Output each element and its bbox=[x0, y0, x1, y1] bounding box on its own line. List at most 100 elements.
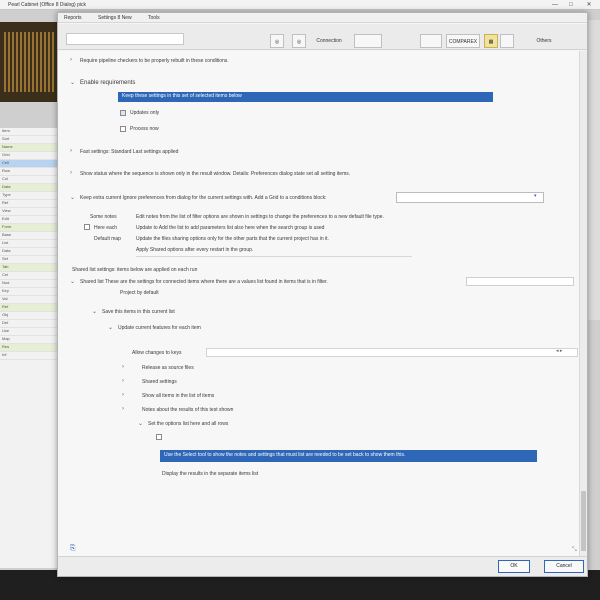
chevron-right-icon[interactable]: › bbox=[122, 378, 124, 384]
shared-options-text: Apply Shared options after every restart… bbox=[136, 247, 254, 253]
dialog-menu-bar: Reports Settings 8 New Tools bbox=[58, 13, 587, 23]
field-arrows-icon[interactable]: ◂ ▸ bbox=[556, 348, 562, 354]
allow-keys-label: Allow changes to keys bbox=[132, 350, 182, 356]
chevron-right-icon[interactable]: › bbox=[70, 148, 72, 154]
chevron-right-icon[interactable]: › bbox=[70, 170, 72, 176]
menu-item-settings[interactable]: Settings 8 New bbox=[98, 15, 132, 21]
toolbar-button-b[interactable] bbox=[420, 34, 442, 48]
background-list-row: Grid bbox=[0, 152, 57, 160]
search-input[interactable] bbox=[66, 33, 184, 45]
rebuild-condition-text: Require pipeline checkers to be properly… bbox=[80, 58, 229, 64]
chevron-down-icon[interactable]: ⌄ bbox=[108, 324, 113, 331]
shared-settings-label: Shared settings bbox=[142, 379, 177, 385]
toolbar-comparex[interactable]: COMPAREX bbox=[446, 34, 480, 48]
here-each-checkbox[interactable] bbox=[84, 224, 90, 230]
maximize-icon[interactable]: □ bbox=[564, 0, 578, 10]
close-icon[interactable]: ✕ bbox=[582, 0, 596, 10]
chevron-down-icon[interactable]: ⌄ bbox=[92, 308, 97, 315]
keys-field[interactable] bbox=[206, 348, 578, 357]
chevron-down-icon[interactable]: ⌄ bbox=[70, 194, 75, 201]
section-enable-requirements: Enable requirements bbox=[80, 80, 136, 86]
background-list-row: Ref bbox=[0, 304, 57, 312]
set-options-label: Set the options list here and all rows bbox=[148, 421, 229, 427]
chevron-right-icon[interactable]: › bbox=[122, 364, 124, 370]
toolbar-connection[interactable]: Connection bbox=[312, 34, 346, 48]
toolbar-others[interactable]: Others bbox=[530, 34, 558, 48]
toolbar-button-a[interactable] bbox=[354, 34, 382, 48]
process-now-checkbox[interactable] bbox=[120, 126, 126, 132]
ok-button[interactable]: OK bbox=[498, 560, 530, 573]
sharing-options-description: Update the files sharing options only fo… bbox=[136, 236, 329, 242]
background-list-row: Set bbox=[0, 256, 57, 264]
refresh-icon[interactable]: ◎ bbox=[270, 34, 284, 48]
updates-only-label: Updates only bbox=[130, 110, 160, 116]
chevron-down-icon[interactable]: ⌄ bbox=[70, 79, 75, 86]
chevron-right-icon[interactable]: › bbox=[122, 392, 124, 398]
background-list-row: Data bbox=[0, 184, 57, 192]
vertical-scrollbar[interactable] bbox=[579, 51, 587, 556]
selected-settings-row[interactable]: Keep these settings in this set of selec… bbox=[118, 92, 493, 102]
settings-dialog: Reports Settings 8 New Tools ◎ ◎ Connect… bbox=[57, 12, 588, 577]
background-thumbnail bbox=[0, 22, 58, 102]
background-list-row: Nod bbox=[0, 280, 57, 288]
dialog-footer: OK Cancel bbox=[58, 556, 587, 576]
notes-results-label: Notes about the results of this test sho… bbox=[142, 407, 234, 413]
background-list-row: Name bbox=[0, 144, 57, 152]
background-list-row: Inf bbox=[0, 352, 57, 360]
background-list-row: Key bbox=[0, 288, 57, 296]
background-panel-right bbox=[588, 20, 600, 320]
background-list-row: List bbox=[0, 240, 57, 248]
background-list-row: Base bbox=[0, 232, 57, 240]
background-list-row: View bbox=[0, 208, 57, 216]
sharing-options-label: Default map bbox=[94, 236, 121, 242]
project-default-text: Project by default bbox=[120, 290, 159, 296]
chevron-right-icon[interactable]: › bbox=[70, 57, 72, 63]
background-list-row: Item bbox=[0, 128, 57, 136]
dialog-content: › Require pipeline checkers to be proper… bbox=[58, 51, 587, 556]
background-list: Item Sort Name Grid Cell Row Col Data Type Ref Vie… bbox=[0, 128, 58, 568]
desktop: Pearl Cabinet (Office 8 Dialog) pick — □… bbox=[0, 0, 600, 600]
update-features-label: Update current features for each item bbox=[118, 325, 201, 331]
background-list-row: Col bbox=[0, 176, 57, 184]
selected-tool-row[interactable]: Use the Select tool to show the notes an… bbox=[160, 450, 537, 462]
background-list-row: Data bbox=[0, 248, 57, 256]
background-list-row: Res bbox=[0, 344, 57, 352]
chevron-down-icon[interactable]: ⌄ bbox=[138, 420, 143, 427]
chevron-right-icon[interactable]: › bbox=[122, 406, 124, 412]
grid-icon[interactable]: ▦ bbox=[484, 34, 498, 48]
menu-item-reports[interactable]: Reports bbox=[64, 15, 82, 21]
updates-only-checkbox[interactable] bbox=[120, 110, 126, 116]
fast-settings-text: Fast settings: Standard Last settings ap… bbox=[80, 149, 179, 155]
globe-icon[interactable]: ◎ bbox=[292, 34, 306, 48]
display-results-label: Display the results in the separate item… bbox=[162, 471, 259, 477]
here-each-label: Here each bbox=[94, 225, 118, 231]
shared-list-field[interactable] bbox=[466, 277, 574, 286]
resize-grip-icon[interactable]: ⤡ bbox=[572, 547, 577, 554]
grid-condition-field[interactable] bbox=[396, 192, 544, 203]
release-source-label: Release as source files bbox=[142, 365, 194, 371]
background-list-row: Cel bbox=[0, 272, 57, 280]
background-list-row: Map bbox=[0, 336, 57, 344]
attachment-icon[interactable]: ⎘ bbox=[70, 545, 76, 553]
chevron-down-icon[interactable]: ⌄ bbox=[70, 278, 75, 285]
background-list-row: Type bbox=[0, 192, 57, 200]
notes-description: Edit notes from the list of filter optio… bbox=[136, 214, 384, 220]
dropdown-arrow-icon[interactable]: ▾ bbox=[534, 193, 537, 199]
cancel-button[interactable]: Cancel bbox=[544, 560, 584, 573]
scrollbar-thumb[interactable] bbox=[581, 491, 586, 551]
menu-item-tools[interactable]: Tools bbox=[148, 15, 160, 21]
divider bbox=[136, 256, 412, 257]
minimize-icon[interactable]: — bbox=[548, 0, 562, 10]
os-window-title: Pearl Cabinet (Office 8 Dialog) pick bbox=[8, 2, 86, 8]
background-list-row: Edit bbox=[0, 216, 57, 224]
background-list-row: Form bbox=[0, 224, 57, 232]
keep-extra-description: Keep extra current Ignore preferences fr… bbox=[80, 195, 327, 201]
list-icon[interactable] bbox=[500, 34, 514, 48]
process-now-label: Process now bbox=[130, 126, 159, 132]
background-list-row: Def bbox=[0, 320, 57, 328]
background-list-row: Cell bbox=[0, 160, 57, 168]
options-checkbox[interactable] bbox=[156, 434, 162, 440]
status-description: Show status where the sequence is shown … bbox=[80, 171, 351, 177]
os-title-bar: Pearl Cabinet (Office 8 Dialog) pick — □… bbox=[0, 0, 600, 10]
background-list-row: Sort bbox=[0, 136, 57, 144]
